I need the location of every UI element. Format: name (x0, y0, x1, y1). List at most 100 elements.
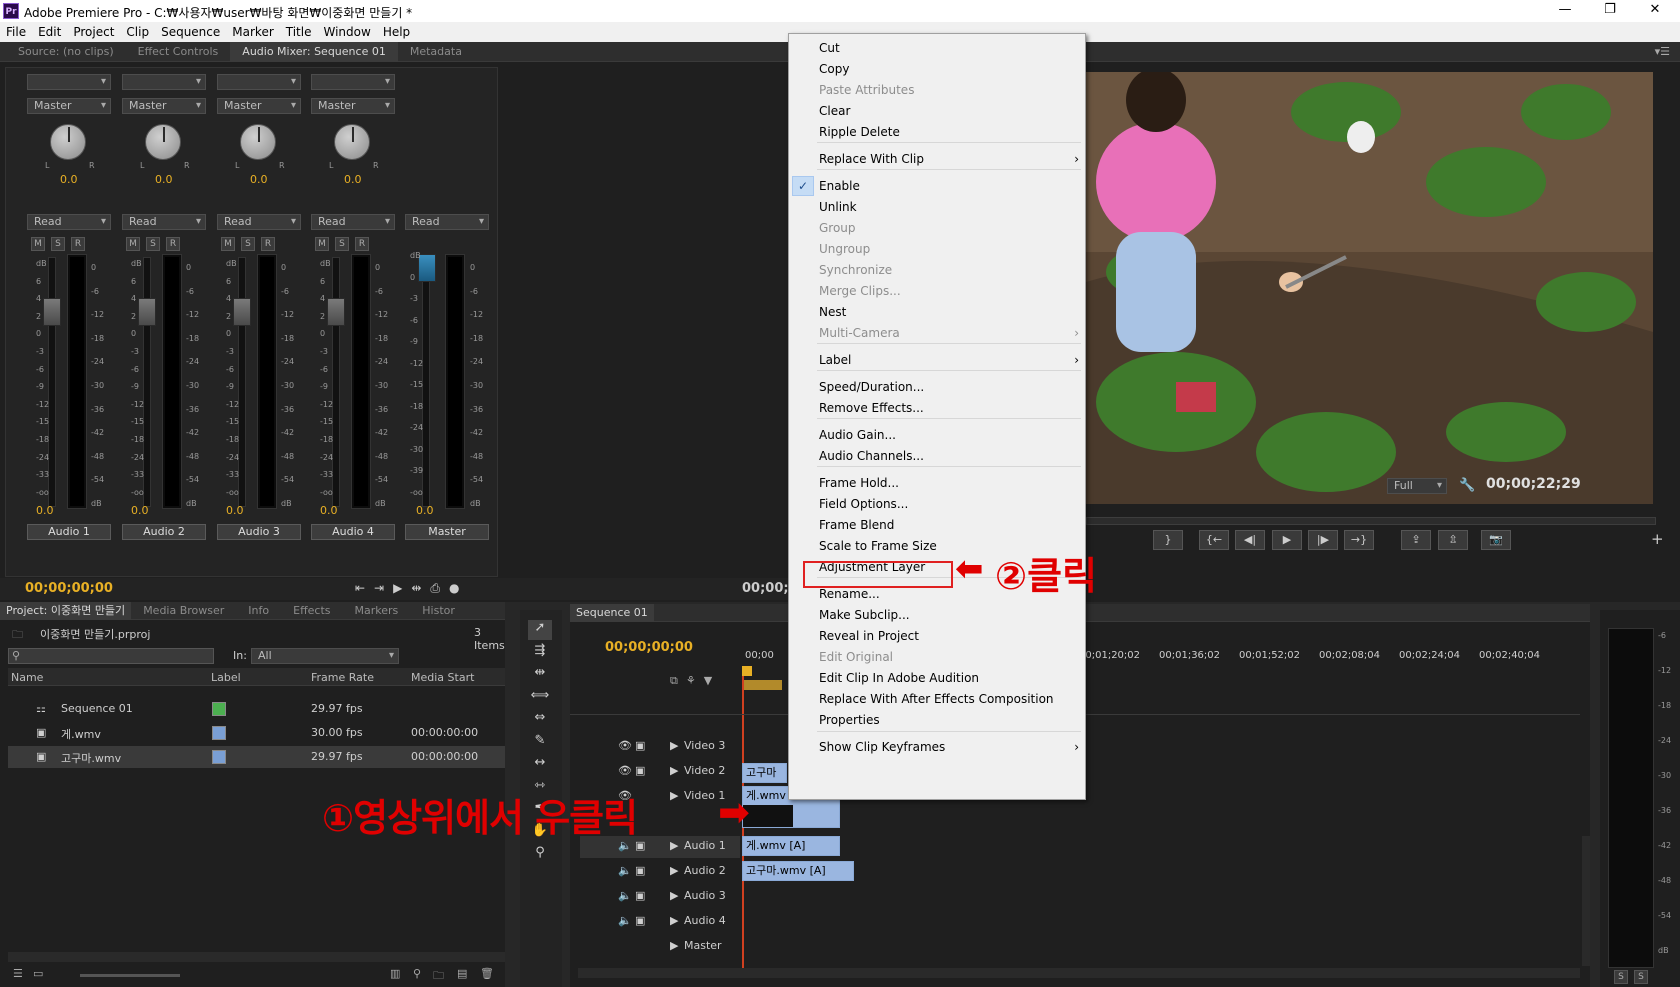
volume-fader-knob[interactable] (138, 298, 156, 326)
tab-source[interactable]: Source: (no clips) (0, 42, 126, 62)
volume-fader-knob[interactable] (233, 298, 251, 326)
speaker-icon[interactable]: 🔈 (618, 914, 632, 927)
go-to-in-button[interactable]: {← (1199, 530, 1229, 550)
menu-item-clear[interactable]: Clear (819, 101, 1079, 121)
input-dropdown[interactable] (122, 74, 206, 90)
menu-item-nest[interactable]: Nest (819, 302, 1079, 322)
pan-value[interactable]: 0.0 (60, 173, 78, 186)
rolling-edit-tool-icon[interactable]: ⟺ (528, 688, 552, 708)
tab-audio-mixer[interactable]: Audio Mixer: Sequence 01 (230, 42, 398, 62)
new-item-icon[interactable]: ▤ (457, 967, 467, 980)
menu-help[interactable]: Help (377, 22, 416, 39)
expand-triangle-icon[interactable]: ▶ (670, 739, 678, 752)
master-fader-track[interactable] (422, 257, 430, 507)
in-dropdown[interactable]: All (251, 648, 399, 664)
col-label[interactable]: Label (211, 671, 241, 684)
playhead-handle-icon[interactable] (742, 666, 752, 676)
expand-triangle-icon[interactable]: ▶ (670, 789, 678, 802)
go-to-out-button[interactable]: →} (1344, 530, 1374, 550)
automation-dropdown[interactable]: Read (311, 214, 395, 230)
slip-tool-icon[interactable]: ↔ (528, 755, 552, 775)
menu-item-properties[interactable]: Properties (819, 710, 1079, 730)
sync-lock-icon[interactable]: ▣ (635, 914, 645, 927)
step-forward-button[interactable]: |▶ (1308, 530, 1338, 550)
lift-button[interactable]: ⇪ (1401, 530, 1431, 550)
project-row-sequence[interactable]: ⚏ Sequence 01 29.97 fps (8, 698, 505, 720)
menu-item-replace-with-after-effects-composition[interactable]: Replace With After Effects Composition (819, 689, 1079, 709)
zoom-slider[interactable] (80, 974, 180, 977)
tab-media-browser[interactable]: Media Browser (131, 602, 236, 620)
mute-button[interactable]: M (31, 237, 45, 251)
step-back-button[interactable]: ◀| (1235, 530, 1265, 550)
col-media-start[interactable]: Media Start (411, 671, 474, 684)
timeline-vscrollbar[interactable] (1582, 836, 1590, 966)
mute-button[interactable]: M (315, 237, 329, 251)
tab-history[interactable]: Histor (410, 602, 467, 620)
speaker-icon[interactable]: 🔈 (618, 889, 632, 902)
quality-dropdown[interactable]: Full (1387, 478, 1447, 494)
menu-item-edit-clip-in-adobe-audition[interactable]: Edit Clip In Adobe Audition (819, 668, 1079, 688)
input-dropdown[interactable] (27, 74, 111, 90)
mixer-timecode[interactable]: 00;00;00;00 (25, 581, 113, 596)
work-area-bar[interactable] (742, 680, 782, 690)
menu-item-replace-with-clip[interactable]: Replace With Clip › (819, 149, 1079, 169)
maximize-button[interactable]: ❐ (1595, 2, 1625, 17)
pan-value[interactable]: 0.0 (155, 173, 173, 186)
expand-triangle-icon[interactable]: ▶ (670, 889, 678, 902)
expand-triangle-icon[interactable]: ▶ (670, 764, 678, 777)
solo-right-button[interactable]: S (1634, 970, 1648, 984)
menu-item-audio-gain[interactable]: Audio Gain... (819, 425, 1079, 445)
sync-lock-icon[interactable]: ▣ (635, 889, 645, 902)
trash-icon[interactable]: 🗑 (480, 967, 494, 980)
razor-tool-icon[interactable]: ✎ (528, 733, 552, 753)
output-dropdown[interactable]: Master (311, 98, 395, 114)
timeline-snap-buttons[interactable]: ⧉⚘▼ (670, 674, 730, 688)
track-audio-2[interactable]: 🔈 ▣ ▶ Audio 2 (580, 861, 740, 883)
program-scrubber[interactable] (1086, 517, 1656, 525)
volume-fader-knob[interactable] (327, 298, 345, 326)
volume-value[interactable]: 0.0 (320, 504, 338, 517)
project-hscrollbar[interactable] (8, 952, 505, 962)
tab-metadata[interactable]: Metadata (398, 42, 474, 62)
project-row-sweet-potato[interactable]: ▣ 고구마.wmv 29.97 fps 00:00:00:00 (8, 746, 505, 768)
volume-value[interactable]: 0.0 (36, 504, 54, 517)
input-dropdown[interactable] (311, 74, 395, 90)
master-fader-knob[interactable] (418, 254, 436, 282)
record-button[interactable]: R (166, 237, 180, 251)
menu-item-enable[interactable]: Enable (819, 176, 1079, 196)
film-icon[interactable]: ▣ (635, 764, 645, 777)
tab-effects[interactable]: Effects (281, 602, 342, 620)
pan-value[interactable]: 0.0 (250, 173, 268, 186)
volume-fader-track[interactable] (48, 257, 56, 507)
record-button[interactable]: R (355, 237, 369, 251)
minimize-button[interactable]: — (1550, 2, 1580, 17)
play-button[interactable]: ▶ (1272, 530, 1302, 550)
extract-button[interactable]: ⇫ (1438, 530, 1468, 550)
solo-button[interactable]: S (335, 237, 349, 251)
menu-item-field-options[interactable]: Field Options... (819, 494, 1079, 514)
menu-item-make-subclip[interactable]: Make Subclip... (819, 605, 1079, 625)
eye-icon[interactable]: 👁 (618, 764, 632, 777)
pan-knob[interactable] (50, 124, 86, 160)
project-row-crab[interactable]: ▣ 게.wmv 30.00 fps 00:00:00:00 (8, 722, 505, 744)
new-bin-icon[interactable]: 🗀 (433, 967, 444, 986)
zoom-tool-icon[interactable]: ⚲ (528, 845, 552, 865)
solo-button[interactable]: S (51, 237, 65, 251)
list-view-icon[interactable]: ☰ (13, 967, 23, 980)
program-timecode[interactable]: 00;00;22;29 (1486, 476, 1581, 492)
automation-dropdown[interactable]: Read (27, 214, 111, 230)
menu-item-remove-effects[interactable]: Remove Effects... (819, 398, 1079, 418)
clip-a2-sweet-potato[interactable]: 고구마.wmv [A] (742, 861, 854, 881)
menu-item-speed-duration[interactable]: Speed/Duration... (819, 377, 1079, 397)
track-audio-3[interactable]: 🔈 ▣ ▶ Audio 3 (580, 886, 740, 908)
sync-lock-icon[interactable]: ▣ (635, 864, 645, 877)
volume-fader-track[interactable] (238, 257, 246, 507)
ripple-edit-tool-icon[interactable]: ⇹ (528, 665, 552, 685)
track-select-tool-icon[interactable]: ⇶ (528, 643, 552, 663)
mixer-transport-buttons[interactable]: ⇤⇥▶⇹⎙● (355, 581, 468, 596)
master-automation-dropdown[interactable]: Read (405, 214, 489, 230)
rate-stretch-tool-icon[interactable]: ⇔ (528, 710, 552, 730)
tab-project[interactable]: Project: 이중화면 만들기 (0, 602, 132, 620)
tab-effect-controls[interactable]: Effect Controls (126, 42, 231, 62)
film-icon[interactable]: ▣ (635, 739, 645, 752)
